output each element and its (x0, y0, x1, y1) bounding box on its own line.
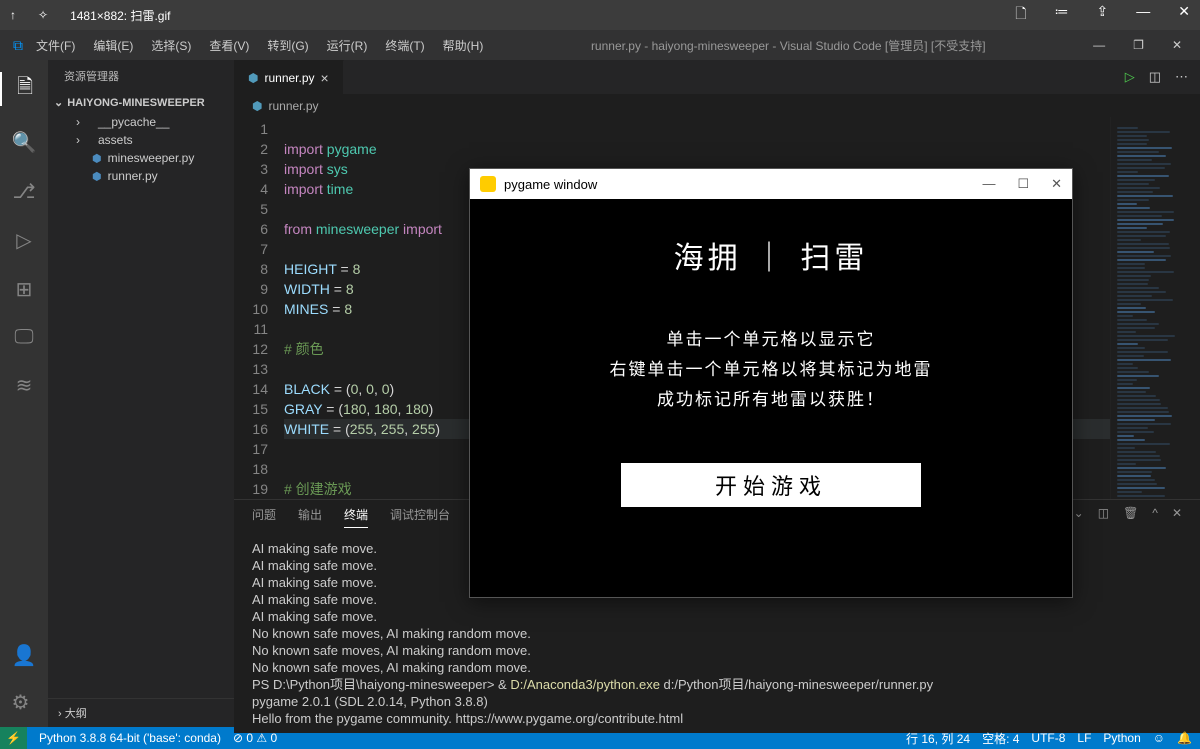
page-icon[interactable]: 🗋 (1015, 3, 1026, 27)
editor-tabs: ⬢ runner.py × ▷ ◫ ⋯ (234, 60, 1200, 95)
split-editor-icon[interactable]: ◫ (1149, 69, 1161, 85)
close-panel-icon[interactable]: ✕ (1172, 506, 1182, 528)
menu-bar: 文件(F) 编辑(E) 选择(S) 查看(V) 转到(G) 运行(R) 终端(T) 帮助(H) (36, 37, 483, 54)
source-control-icon[interactable]: ⎇ (12, 179, 35, 204)
explorer-icon[interactable]: 🗎 (0, 72, 48, 106)
run-debug-icon[interactable]: ▷ (16, 228, 31, 253)
activity-bar: 🗎 🔍 ⎇ ▷ ⊞ 🖵 ≋ 👤 ⚙ (0, 60, 48, 727)
minimize-icon[interactable]: — (1136, 3, 1150, 27)
menu-item[interactable]: 运行(R) (327, 37, 368, 54)
panel-tab[interactable]: 问题 (252, 506, 276, 528)
sidebar-project-header[interactable]: ⌄ HAIYONG-MINESWEEPER (48, 92, 234, 113)
python-file-icon: ⬢ (248, 71, 258, 85)
menu-item[interactable]: 查看(V) (209, 37, 249, 54)
file-tree: ›__pycache__›assets⬢minesweeper.py⬢runne… (48, 113, 234, 185)
encoding[interactable]: UTF-8 (1031, 731, 1065, 745)
python-interpreter[interactable]: Python 3.8.8 64-bit ('base': conda) (39, 731, 221, 745)
sidebar-outline[interactable]: › 大纲 (48, 698, 234, 727)
close-icon[interactable]: ✕ (1172, 38, 1182, 52)
chevron-down-icon: ⌄ (54, 96, 63, 109)
menu-item[interactable]: 帮助(H) (443, 37, 484, 54)
chevron-right-icon: › (58, 708, 62, 720)
close-icon[interactable]: ✕ (1051, 176, 1062, 192)
mouse-cursor-icon: ↖ (800, 491, 810, 505)
problems-indicator[interactable]: ⊘ 0 ⚠ 0 (233, 731, 277, 745)
tab-runner-py[interactable]: ⬢ runner.py × (234, 60, 344, 94)
menu-item[interactable]: 选择(S) (151, 37, 191, 54)
window-title: runner.py - haiyong-minesweeper - Visual… (483, 37, 1093, 54)
docker-icon[interactable]: ≋ (16, 373, 33, 398)
indentation[interactable]: 空格: 4 (982, 730, 1019, 747)
pygame-content: 海拥 ｜ 扫雷 单击一个单元格以显示它右键单击一个单元格以将其标记为地雷成功标记… (470, 199, 1072, 507)
sidebar-title: 资源管理器 (48, 60, 234, 92)
language-mode[interactable]: Python (1103, 731, 1140, 745)
tree-item[interactable]: ⬢minesweeper.py (60, 149, 234, 167)
panel-tab[interactable]: 调试控制台 (390, 506, 450, 528)
sidebar: 资源管理器 ⌄ HAIYONG-MINESWEEPER ›__pycache__… (48, 60, 234, 727)
game-title: 海拥 ｜ 扫雷 (470, 233, 1072, 277)
python-file-icon: ⬢ (92, 152, 102, 165)
remote-indicator[interactable]: ⚡ (0, 727, 27, 749)
restore-icon[interactable]: ❐ (1133, 38, 1144, 52)
run-button[interactable]: ▷ (1125, 69, 1135, 85)
outer-titlebar: ↑ ✧ 1481×882: 扫雷.gif 🗋 ≔ ⇪ — ✕ (0, 0, 1200, 30)
start-game-button[interactable]: 开始游戏 (621, 463, 921, 507)
accounts-icon[interactable]: 👤 (12, 643, 37, 668)
tree-item[interactable]: ›assets (60, 131, 234, 149)
cursor-position[interactable]: 行 16, 列 24 (906, 730, 970, 747)
outer-title-text: 1481×882: 扫雷.gif (70, 7, 170, 24)
python-file-icon: ⬢ (92, 170, 102, 183)
tree-item[interactable]: ›__pycache__ (60, 113, 234, 131)
list-icon[interactable]: ≔ (1055, 3, 1069, 27)
pygame-window: pygame window — ☐ ✕ 海拥 ｜ 扫雷 单击一个单元格以显示它右… (469, 168, 1073, 598)
menu-item[interactable]: 文件(F) (36, 37, 75, 54)
search-icon[interactable]: 🔍 (12, 130, 37, 155)
panel-tab[interactable]: 终端 (344, 506, 368, 528)
pygame-titlebar[interactable]: pygame window — ☐ ✕ (470, 169, 1072, 199)
notifications-icon[interactable]: 🔔 (1177, 731, 1192, 745)
pygame-icon (480, 176, 496, 192)
share-icon[interactable]: ⇪ (1097, 3, 1109, 27)
vscode-logo-icon: ⧉ (8, 35, 28, 55)
terminal-dropdown-icon[interactable]: ⌄ (1074, 506, 1084, 528)
window-controls: — ❐ ✕ (1093, 38, 1192, 52)
tree-item[interactable]: ⬢runner.py (60, 167, 234, 185)
trash-icon[interactable]: 🗑 (1123, 506, 1138, 528)
breadcrumb[interactable]: ⬢ runner.py (234, 95, 1200, 117)
close-tab-icon[interactable]: × (321, 70, 329, 86)
line-numbers: 12345678910111213141516171819 (234, 117, 284, 499)
remote-icon[interactable]: 🖵 (14, 326, 33, 349)
minimize-icon[interactable]: — (982, 176, 995, 192)
vscode-titlebar: ⧉ 文件(F) 编辑(E) 选择(S) 查看(V) 转到(G) 运行(R) 终端(T) 帮助(… (0, 30, 1200, 60)
pin-icon[interactable]: ✧ (38, 8, 48, 22)
menu-item[interactable]: 转到(G) (267, 37, 308, 54)
menu-item[interactable]: 编辑(E) (93, 37, 133, 54)
minimap[interactable] (1110, 117, 1200, 499)
minimize-icon[interactable]: — (1093, 38, 1105, 52)
upload-icon[interactable]: ↑ (10, 8, 16, 22)
menu-item[interactable]: 终端(T) (385, 37, 424, 54)
eol[interactable]: LF (1077, 731, 1091, 745)
feedback-icon[interactable]: ☺ (1153, 731, 1165, 745)
panel-tab[interactable]: 输出 (298, 506, 322, 528)
split-terminal-icon[interactable]: ◫ (1098, 506, 1109, 528)
maximize-icon[interactable]: ☐ (1017, 176, 1029, 192)
close-icon[interactable]: ✕ (1178, 3, 1190, 27)
more-icon[interactable]: ⋯ (1175, 69, 1188, 85)
settings-gear-icon[interactable]: ⚙ (12, 690, 37, 715)
python-file-icon: ⬢ (252, 99, 262, 113)
extensions-icon[interactable]: ⊞ (16, 277, 33, 302)
chevron-right-icon: › (76, 115, 86, 129)
chevron-right-icon: › (76, 133, 86, 147)
chevron-up-icon[interactable]: ^ (1152, 506, 1158, 528)
game-rules: 单击一个单元格以显示它右键单击一个单元格以将其标记为地雷成功标记所有地雷以获胜！ (470, 325, 1072, 415)
pygame-title-text: pygame window (504, 177, 597, 192)
